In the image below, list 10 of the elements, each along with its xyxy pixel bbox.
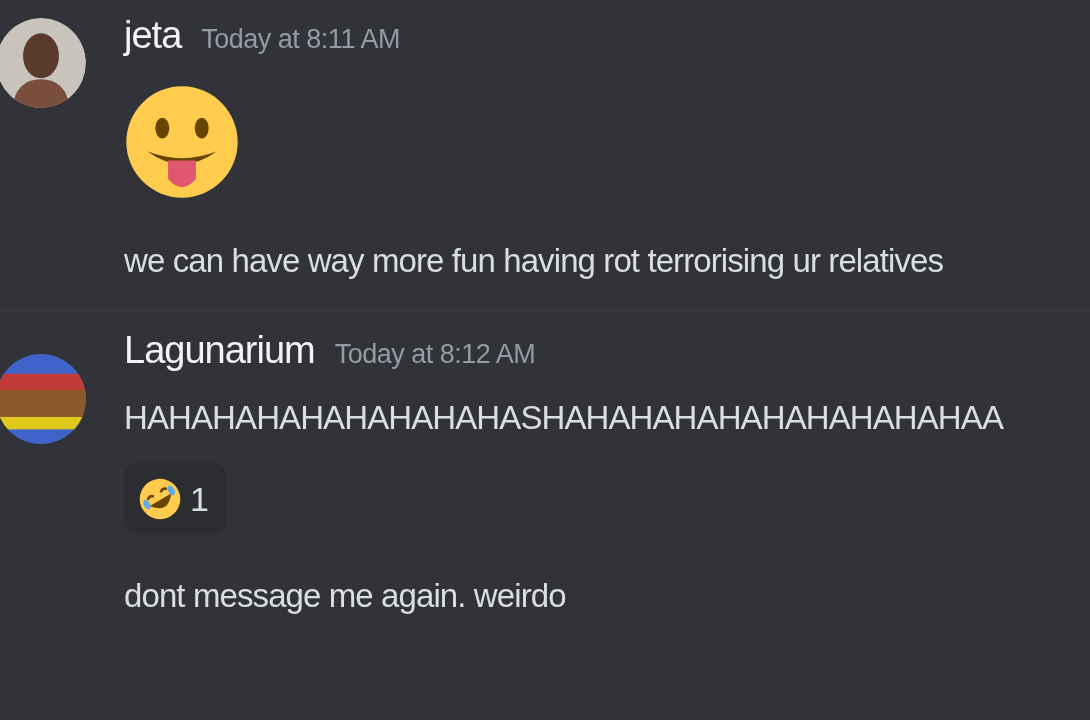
- reaction-button[interactable]: 1: [124, 463, 227, 535]
- message-text: we can have way more fun having rot terrorising ur relatives: [124, 241, 944, 281]
- username[interactable]: Lagunarium: [124, 329, 315, 372]
- username[interactable]: jeta: [124, 14, 182, 57]
- timestamp: Today at 8:12 AM: [334, 339, 536, 370]
- laughing-face-icon: [138, 477, 182, 521]
- timestamp: Today at 8:11 AM: [201, 24, 400, 55]
- message-text: dont message me again. weirdo: [124, 576, 567, 616]
- message-text: HAHAHAHAHAHAHAHAHASHAHAHAHAHAHAHAHAHAHAA: [124, 398, 1004, 438]
- tongue-face-emoji-icon: [124, 84, 240, 200]
